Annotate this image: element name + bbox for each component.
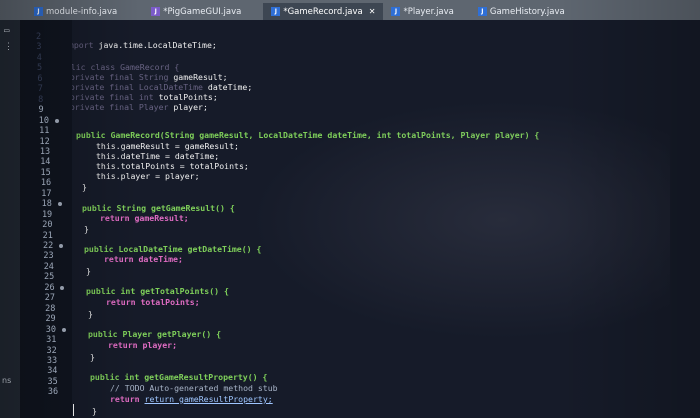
java-file-icon: J: [151, 7, 161, 16]
code-line-method: public Player getPlayer() {: [88, 329, 222, 339]
line-number: 13: [39, 146, 51, 157]
left-toolbar: ▭ ⋮ ns: [0, 20, 20, 418]
line-number: 25: [44, 272, 55, 283]
close-tab-icon[interactable]: ✕: [369, 7, 376, 16]
java-file-icon: J: [391, 7, 401, 16]
menu-icon[interactable]: ⋮: [4, 42, 14, 52]
line-number: 21: [42, 230, 53, 241]
line-number: 36: [47, 387, 59, 398]
panel-label: ns: [2, 376, 12, 385]
line-number: 35: [47, 376, 58, 387]
java-file-icon: J: [477, 7, 487, 16]
code-line: return gameResult;: [100, 213, 189, 223]
line-number: 28: [45, 303, 56, 314]
code-line-comment: // TODO Auto-generated method stub: [110, 383, 278, 393]
tab-label: *PigGameGUI.java: [163, 6, 242, 17]
code-line: }: [90, 352, 95, 362]
line-number: 5: [37, 63, 43, 74]
code-line: }: [86, 266, 91, 276]
line-number: 4: [36, 52, 42, 63]
text-cursor: [73, 404, 74, 416]
line-number: 24: [43, 261, 54, 272]
ide-window: J module-info.java J *PigGameGUI.java J …: [0, 0, 700, 418]
line-number: 15: [40, 167, 51, 178]
line-number: 2: [36, 32, 42, 42]
line-number: 10: [38, 115, 50, 126]
code-line: }: [84, 224, 89, 234]
line-number: 23: [43, 251, 54, 262]
line-number: 9: [38, 105, 44, 116]
line-number: 27: [44, 293, 55, 304]
tab-label: *GameRecord.java: [283, 6, 363, 17]
code-line-field: private final String gameResult;: [72, 72, 228, 82]
override-marker-icon: [54, 118, 59, 123]
line-number: 34: [47, 366, 58, 377]
line-number: 30: [45, 324, 57, 335]
java-file-icon: J: [271, 7, 281, 16]
tab-gamerecord[interactable]: J *GameRecord.java ✕: [263, 3, 384, 20]
line-number: 16: [40, 178, 52, 189]
tab-label: *Player.java: [403, 6, 454, 17]
code-line: }: [92, 406, 97, 416]
tab-label: module-info.java: [46, 6, 118, 17]
tab-module-info[interactable]: J module-info.java: [26, 3, 125, 20]
line-number: 26: [44, 282, 55, 293]
line-number: 20: [42, 220, 53, 231]
override-marker-icon: [59, 244, 63, 248]
code-line: return dateTime;: [104, 254, 183, 264]
code-line-field: private final int totalPoints;: [72, 92, 218, 102]
code-line-method: public int getTotalPoints() {: [86, 286, 229, 296]
code-line-constructor: public GameRecord(String gameResult, Loc…: [76, 130, 540, 140]
code-line-class: public class GameRecord {: [72, 62, 180, 72]
code-line: return totalPoints;: [106, 297, 200, 307]
java-module-icon: J: [34, 7, 43, 16]
code-line: this.totalPoints = totalPoints;: [96, 161, 249, 171]
code-editor[interactable]: import java.time.LocalDateTime; public c…: [72, 20, 700, 418]
code-line: return return gameResultProperty;: [110, 394, 273, 404]
code-line-method: public LocalDateTime getDateTime() {: [84, 244, 262, 254]
line-number: 11: [39, 126, 50, 137]
line-number: 7: [37, 84, 43, 95]
line-number: 32: [46, 345, 57, 356]
override-marker-icon: [61, 327, 66, 332]
code-line: return player;: [108, 340, 178, 350]
line-number: 31: [46, 335, 57, 346]
line-number: 22: [43, 241, 54, 251]
code-line-field: private final Player player;: [72, 102, 208, 112]
code-line-method: public String getGameResult() {: [82, 203, 235, 213]
code-line: }: [82, 182, 87, 192]
tab-piggamegui[interactable]: J *PigGameGUI.java: [143, 3, 249, 20]
minimize-icon[interactable]: ▭: [4, 26, 14, 36]
code-line-field: private final LocalDateTime dateTime;: [72, 82, 253, 92]
line-number: 12: [39, 136, 50, 147]
code-line: }: [88, 309, 93, 319]
line-number: 19: [41, 209, 53, 220]
override-marker-icon: [57, 202, 62, 207]
code-line-import: import java.time.LocalDateTime;: [72, 40, 217, 50]
line-number: 3: [36, 42, 42, 53]
code-line: this.player = player;: [96, 171, 200, 181]
code-line: this.dateTime = dateTime;: [96, 151, 220, 161]
tab-gamehistory[interactable]: J GameHistory.java: [470, 3, 573, 20]
tab-player[interactable]: J *Player.java: [383, 3, 461, 20]
line-number: 6: [37, 73, 43, 84]
code-line: this.gameResult = gameResult;: [96, 141, 239, 151]
line-number: 14: [40, 157, 51, 168]
line-number: 33: [46, 355, 58, 366]
line-number: 18: [41, 199, 52, 210]
editor-tab-bar: J module-info.java J *PigGameGUI.java J …: [0, 0, 700, 20]
tab-label: GameHistory.java: [489, 6, 565, 17]
line-number: 17: [41, 188, 52, 199]
line-number: 8: [38, 94, 44, 105]
line-number: 29: [45, 314, 56, 325]
code-line-method: public int getGameResultProperty() {: [90, 372, 268, 382]
